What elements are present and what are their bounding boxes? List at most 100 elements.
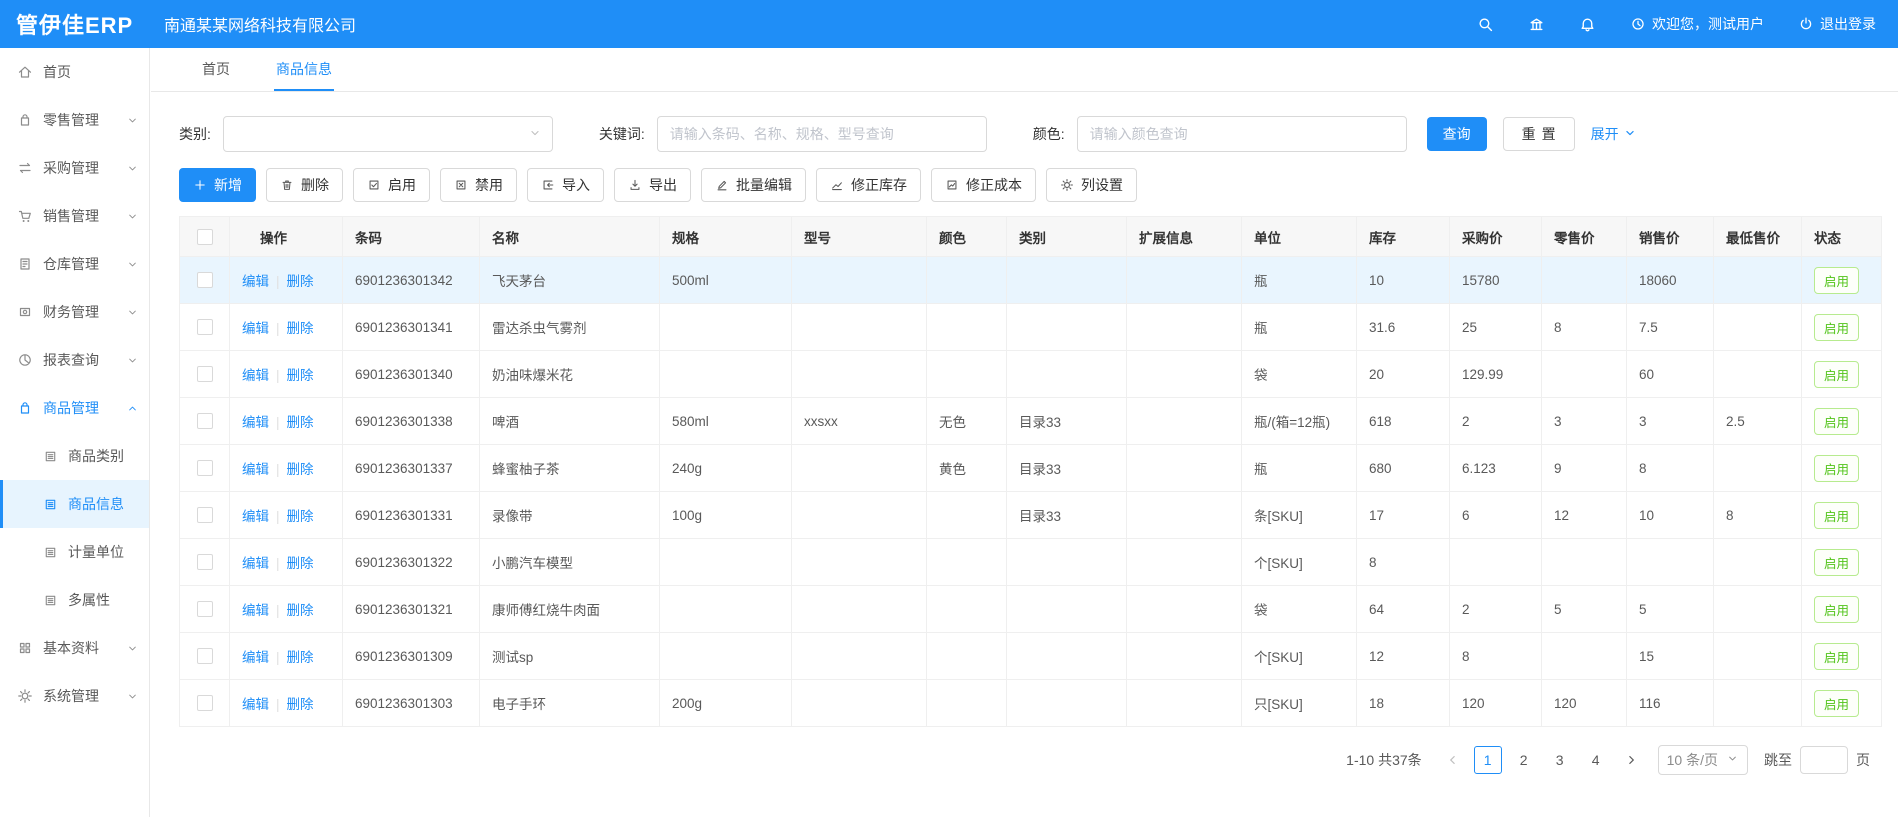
edit-link[interactable]: 编辑 [242, 556, 269, 571]
sidebar-item-measure-unit[interactable]: 计量单位 [0, 528, 149, 576]
sidebar-item-product-info[interactable]: 商品信息 [0, 480, 149, 528]
sidebar-item-home[interactable]: 首页 [0, 48, 149, 96]
sidebar-item-retail[interactable]: 零售管理 [0, 96, 149, 144]
edit-link[interactable]: 编辑 [242, 650, 269, 665]
delete-link[interactable]: 删除 [287, 650, 314, 665]
cell-min [1714, 539, 1802, 586]
row-checkbox[interactable] [197, 413, 213, 429]
sidebar-item-multi-attribute[interactable]: 多属性 [0, 576, 149, 624]
edit-link[interactable]: 编辑 [242, 368, 269, 383]
jump-page-input[interactable] [1800, 746, 1848, 774]
sidebar-item-product[interactable]: 商品管理 [0, 384, 149, 432]
warehouse-icon [17, 256, 33, 272]
cell-purchase: 15780 [1450, 257, 1542, 304]
export-button[interactable]: 导出 [614, 168, 691, 202]
color-input[interactable] [1077, 116, 1407, 152]
edit-link[interactable]: 编辑 [242, 415, 269, 430]
sidebar-item-finance[interactable]: 财务管理 [0, 288, 149, 336]
page-size-select[interactable]: 10 条/页 [1658, 745, 1748, 775]
cell-model [792, 492, 927, 539]
next-page-icon[interactable] [1618, 746, 1644, 774]
cell-retail [1542, 351, 1627, 398]
row-checkbox[interactable] [197, 460, 213, 476]
op-divider: | [276, 650, 280, 665]
row-checkbox[interactable] [197, 695, 213, 711]
cell-purchase [1450, 539, 1542, 586]
delete-link[interactable]: 删除 [287, 509, 314, 524]
delete-link[interactable]: 删除 [287, 321, 314, 336]
row-checkbox-cell [180, 304, 230, 351]
row-checkbox[interactable] [197, 319, 213, 335]
edit-link[interactable]: 编辑 [242, 697, 269, 712]
select-all-checkbox[interactable] [197, 229, 213, 245]
delete-link[interactable]: 删除 [287, 462, 314, 477]
bell-icon[interactable] [1579, 16, 1596, 33]
search-icon[interactable] [1477, 16, 1494, 33]
edit-link[interactable]: 编辑 [242, 321, 269, 336]
sidebar-item-report[interactable]: 报表查询 [0, 336, 149, 384]
column-settings-button[interactable]: 列设置 [1046, 168, 1137, 202]
bank-icon[interactable] [1528, 16, 1545, 33]
page-number-3[interactable]: 3 [1546, 746, 1574, 774]
sidebar-item-product-category[interactable]: 商品类别 [0, 432, 149, 480]
column-header: 库存 [1357, 217, 1450, 257]
sidebar-item-system[interactable]: 系统管理 [0, 672, 149, 720]
prev-page-icon[interactable] [1440, 746, 1466, 774]
sidebar-item-warehouse[interactable]: 仓库管理 [0, 240, 149, 288]
add-button[interactable]: 新增 [179, 168, 256, 202]
cell-category: 目录33 [1007, 398, 1127, 445]
delete-link[interactable]: 删除 [287, 697, 314, 712]
tab-home[interactable]: 首页 [200, 48, 232, 91]
reset-button[interactable]: 重置 [1503, 117, 1575, 151]
fix-stock-button[interactable]: 修正库存 [816, 168, 921, 202]
cell-status: 启用 [1802, 351, 1882, 398]
cell-ext [1127, 492, 1242, 539]
page-number-1[interactable]: 1 [1474, 746, 1502, 774]
column-header: 采购价 [1450, 217, 1542, 257]
cell-name: 飞天茅台 [480, 257, 660, 304]
row-checkbox[interactable] [197, 507, 213, 523]
tab-product-info[interactable]: 商品信息 [274, 48, 334, 91]
expand-link[interactable]: 展开 [1591, 124, 1637, 144]
sidebar-item-basic[interactable]: 基本资料 [0, 624, 149, 672]
category-select[interactable] [223, 116, 553, 152]
page-number-2[interactable]: 2 [1510, 746, 1538, 774]
logout-button[interactable]: 退出登录 [1798, 14, 1876, 34]
cell-sale: 7.5 [1627, 304, 1714, 351]
keyword-input[interactable] [657, 116, 987, 152]
sidebar-item-purchase[interactable]: 采购管理 [0, 144, 149, 192]
cell-purchase: 25 [1450, 304, 1542, 351]
status-badge: 启用 [1814, 361, 1859, 388]
delete-link[interactable]: 删除 [287, 274, 314, 289]
delete-link[interactable]: 删除 [287, 556, 314, 571]
keyword-label: 关键词: [599, 124, 645, 144]
fix-cost-button[interactable]: 修正成本 [931, 168, 1036, 202]
delete-link[interactable]: 删除 [287, 415, 314, 430]
delete-link[interactable]: 删除 [287, 603, 314, 618]
edit-link[interactable]: 编辑 [242, 462, 269, 477]
cell-barcode: 6901236301321 [343, 586, 480, 633]
row-checkbox[interactable] [197, 648, 213, 664]
delete-link[interactable]: 删除 [287, 368, 314, 383]
home-glyph [17, 64, 33, 80]
edit-link[interactable]: 编辑 [242, 509, 269, 524]
row-checkbox[interactable] [197, 554, 213, 570]
delete-button[interactable]: 删除 [266, 168, 343, 202]
list-icon [43, 449, 58, 464]
row-checkbox[interactable] [197, 366, 213, 382]
edit-link[interactable]: 编辑 [242, 274, 269, 289]
edit-link[interactable]: 编辑 [242, 603, 269, 618]
purchase-icon [17, 160, 33, 176]
row-checkbox[interactable] [197, 272, 213, 288]
cell-unit: 瓶/(箱=12瓶) [1242, 398, 1357, 445]
sidebar-item-sales[interactable]: 销售管理 [0, 192, 149, 240]
row-checkbox[interactable] [197, 601, 213, 617]
disable-button[interactable]: 禁用 [440, 168, 517, 202]
import-button[interactable]: 导入 [527, 168, 604, 202]
enable-button[interactable]: 启用 [353, 168, 430, 202]
cell-operations: 编辑|删除 [230, 304, 343, 351]
welcome-user[interactable]: 欢迎您，测试用户 [1630, 14, 1764, 34]
search-button[interactable]: 查询 [1427, 117, 1487, 151]
batch-edit-button[interactable]: 批量编辑 [701, 168, 806, 202]
page-number-4[interactable]: 4 [1582, 746, 1610, 774]
